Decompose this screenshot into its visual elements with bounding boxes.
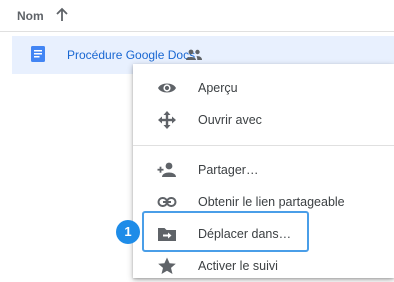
star-icon [157,256,177,276]
move-arrows-icon [157,110,177,130]
menu-item-label: Aperçu [198,81,238,95]
menu-item-label: Partager… [198,163,259,177]
sort-ascending-icon[interactable] [55,7,69,28]
menu-item-open-with[interactable]: Ouvrir avec [133,104,394,136]
menu-item-preview[interactable]: Aperçu [133,72,394,104]
step-number-badge: 1 [116,220,140,244]
menu-item-star[interactable]: Activer le suivi [133,250,394,282]
menu-item-label: Ouvrir avec [198,113,262,127]
eye-icon [157,78,177,98]
menu-item-label: Obtenir le lien partageable [198,195,345,209]
step-highlight-box [142,211,309,252]
name-column-header[interactable]: Nom [17,9,44,23]
menu-item-share[interactable]: Partager… [133,154,394,186]
file-name[interactable]: Procédure Google Docs [67,48,195,62]
link-icon [157,192,177,212]
menu-item-label: Activer le suivi [198,259,278,273]
menu-divider [133,145,394,146]
google-docs-icon [31,46,45,67]
add-person-icon [157,160,177,180]
file-list-header: Nom [0,0,394,32]
